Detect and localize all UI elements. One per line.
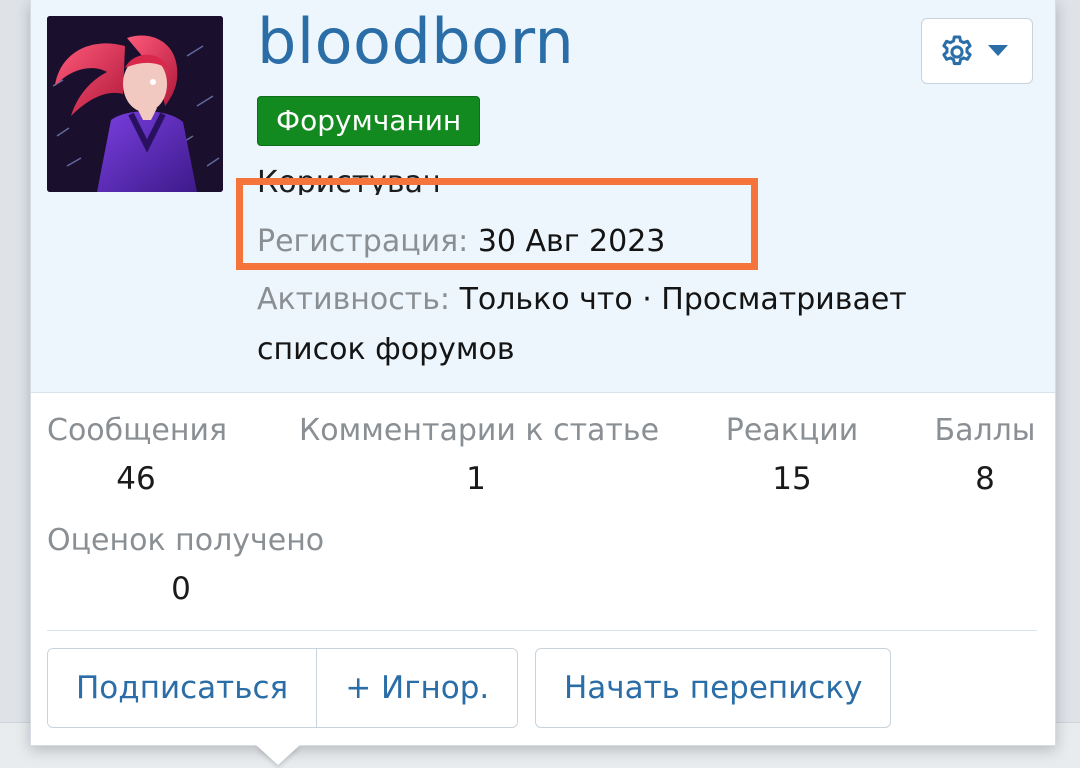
follow-ignore-group: Подписаться + Игнор. xyxy=(47,648,519,728)
stat-label: Сообщения xyxy=(47,413,228,448)
activity-row-continued: список форумов xyxy=(257,324,515,376)
activity-value-continued: список форумов xyxy=(257,332,515,367)
tooltip-caret xyxy=(256,745,300,765)
user-title-badge: Форумчанин xyxy=(257,96,481,146)
stat-label: Реакции xyxy=(725,413,859,448)
stat-reactions[interactable]: Реакции 15 xyxy=(725,411,859,501)
stat-label: Баллы xyxy=(934,413,1036,448)
stat-label: Комментарии к статье xyxy=(299,413,660,448)
member-tooltip-card: bloodborn Форумчанин Користувач Регистра… xyxy=(30,0,1056,746)
stat-points[interactable]: Баллы 8 xyxy=(931,411,1039,501)
stat-messages[interactable]: Сообщения 46 xyxy=(47,411,228,501)
stat-ratings-received[interactable]: Оценок получено 0 xyxy=(47,521,325,611)
chevron-down-icon xyxy=(988,45,1008,56)
username[interactable]: bloodborn xyxy=(257,4,574,80)
settings-menu-button[interactable] xyxy=(921,18,1033,84)
stat-value: 15 xyxy=(772,461,812,497)
gear-icon xyxy=(942,35,972,66)
activity-row: Активность: Только что · Просматривает xyxy=(257,274,907,326)
divider xyxy=(47,630,1037,631)
stat-value: 1 xyxy=(466,461,486,497)
start-conversation-button[interactable]: Начать переписку xyxy=(535,648,892,728)
avatar-image xyxy=(47,16,223,192)
stat-label: Оценок получено xyxy=(47,523,325,558)
activity-label: Активность: xyxy=(257,282,451,317)
stat-article-comments[interactable]: Комментарии к статье 1 xyxy=(299,411,660,501)
activity-value: Только что · Просматривает xyxy=(459,282,907,317)
follow-button[interactable]: Подписаться xyxy=(48,649,317,727)
highlight-annotation xyxy=(236,178,758,270)
stat-value: 8 xyxy=(975,461,995,497)
stat-value: 0 xyxy=(171,571,191,607)
stat-value: 46 xyxy=(116,461,156,497)
avatar[interactable] xyxy=(47,16,223,192)
ignore-button[interactable]: + Игнор. xyxy=(316,649,518,727)
